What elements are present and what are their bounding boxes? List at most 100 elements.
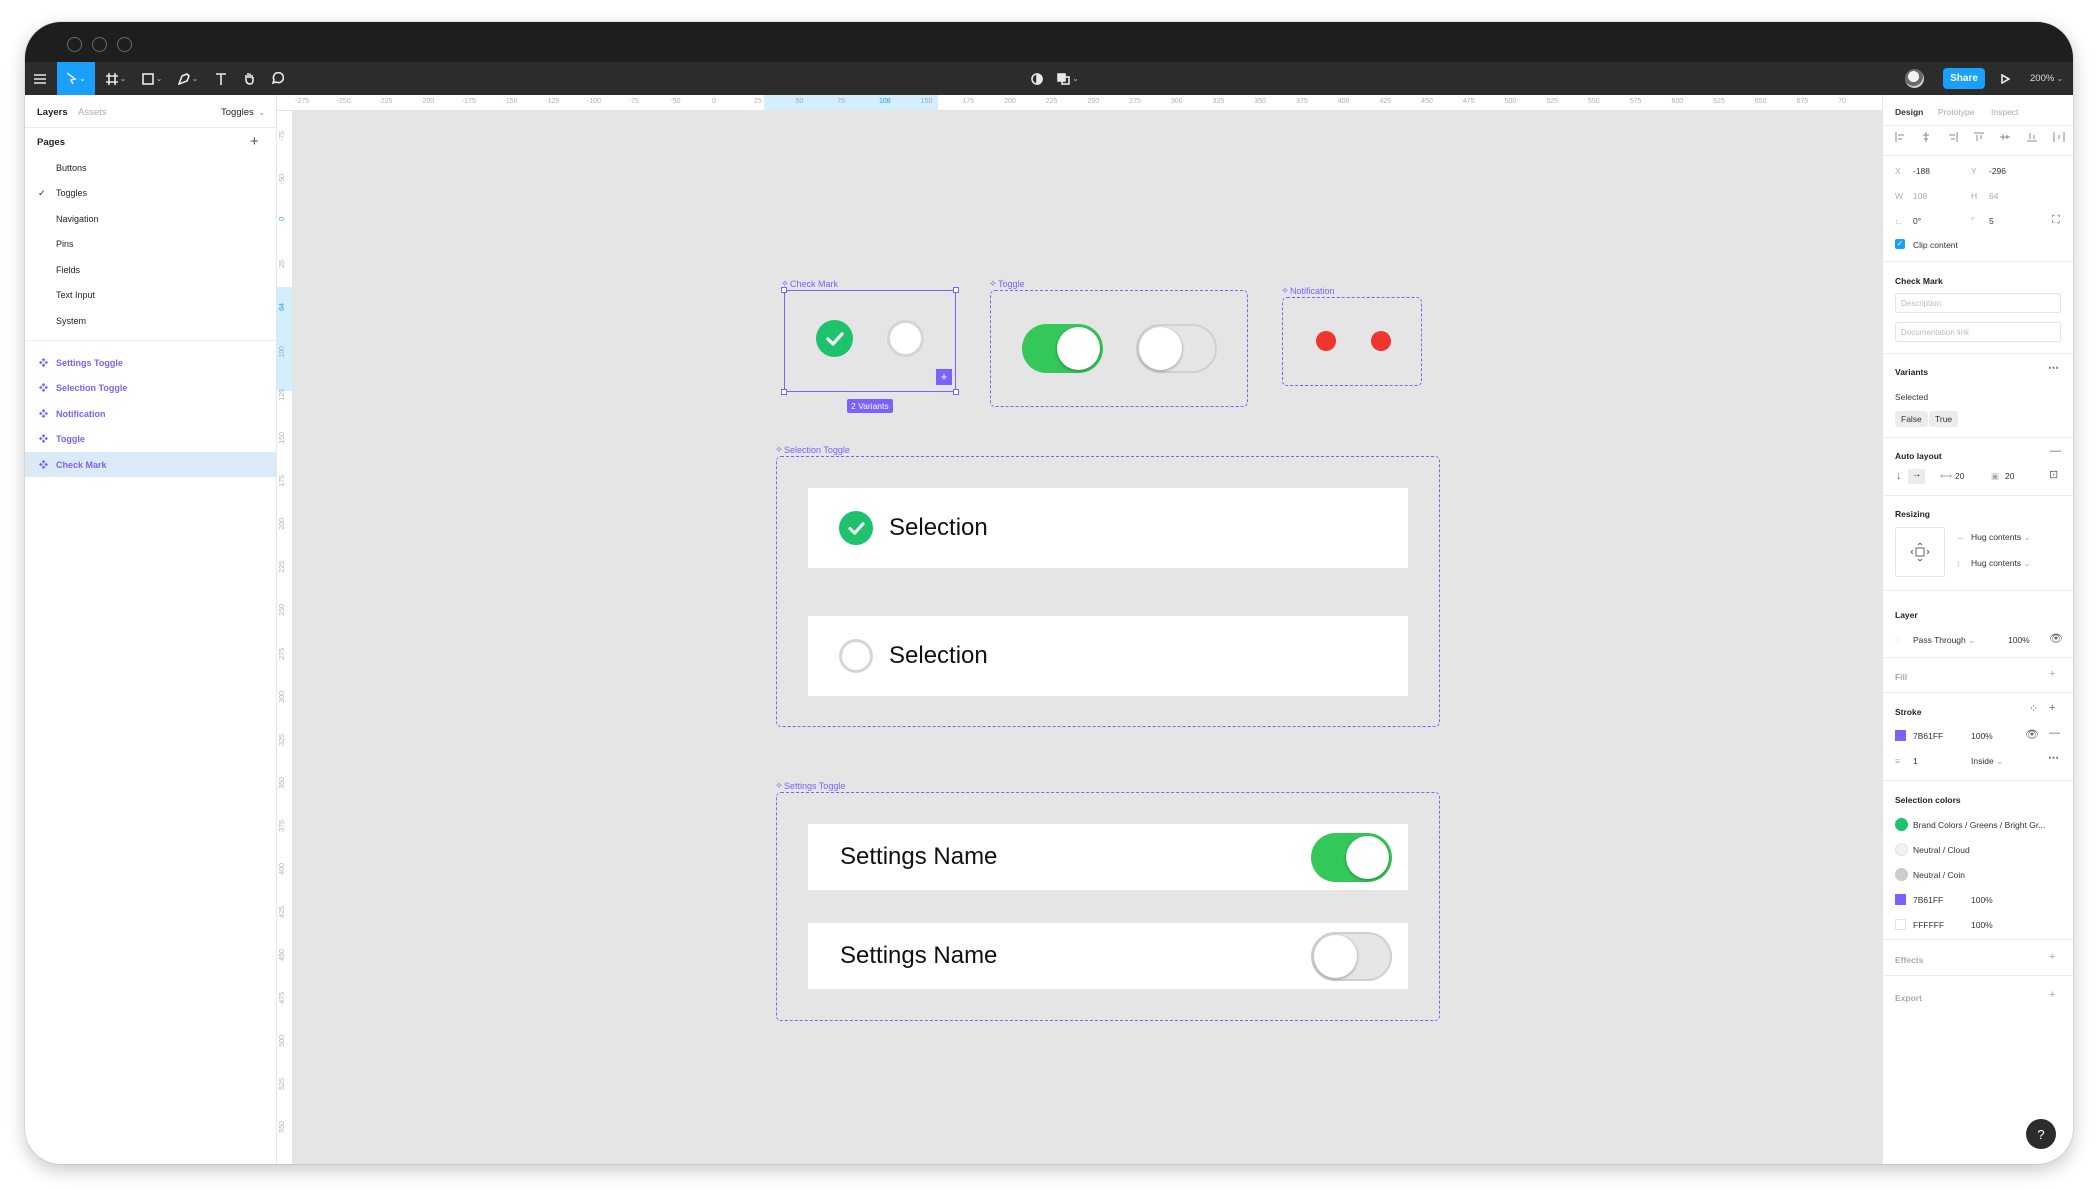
documentation-link-field[interactable]: Documentation link (1895, 322, 2061, 342)
stroke-weight-value[interactable]: 1 (1913, 756, 1918, 766)
resize-handle[interactable] (781, 287, 787, 293)
stroke-opacity[interactable]: 100% (1971, 731, 1993, 741)
present-button[interactable] (1993, 62, 2017, 95)
selection-row-unselected[interactable]: Selection (808, 616, 1408, 696)
add-effect-icon[interactable]: + (2049, 951, 2055, 963)
corner-radius-value[interactable]: 5 (1989, 216, 1994, 226)
description-field[interactable]: Description (1895, 293, 2061, 313)
alignment-settings-icon[interactable]: ⊡ (2049, 468, 2058, 481)
spacing-value[interactable]: 20 (1955, 471, 1964, 481)
check-mark-frame-label[interactable]: ⟡ Check Mark (782, 278, 838, 289)
selection-color-swatch[interactable] (1895, 868, 1908, 881)
toggle-on[interactable] (1022, 324, 1103, 373)
remove-auto-layout-icon[interactable]: — (2050, 445, 2061, 457)
tab-assets[interactable]: Assets (78, 107, 107, 118)
tab-design[interactable]: Design (1895, 107, 1923, 117)
close-window-button[interactable] (67, 37, 82, 52)
selection-color-swatch[interactable] (1895, 818, 1908, 831)
tab-prototype[interactable]: Prototype (1938, 107, 1974, 117)
selection-color-name[interactable]: Neutral / Cloud (1913, 845, 1970, 855)
align-right-icon[interactable] (1948, 132, 1958, 142)
clip-content-checkbox[interactable]: ✓ (1895, 239, 1905, 249)
page-item-fields[interactable]: Fields (56, 265, 80, 275)
maximize-window-button[interactable] (117, 37, 132, 52)
check-mark-selected[interactable] (816, 320, 853, 357)
resizing-preview[interactable] (1895, 527, 1945, 577)
notification-frame-label[interactable]: ⟡ Notification (1282, 285, 1334, 296)
selection-toggle-frame-label[interactable]: ⟡ Selection Toggle (776, 444, 850, 455)
frame-tool-button[interactable]: ⌄ (101, 62, 131, 95)
styles-grid-icon[interactable]: ⁘ (2029, 702, 2038, 715)
settings-toggle-off[interactable] (1311, 932, 1392, 981)
add-variant-icon[interactable]: + (936, 369, 952, 385)
layer-selection-toggle[interactable]: Selection Toggle (25, 375, 276, 400)
align-bottom-icon[interactable] (2026, 132, 2037, 142)
move-tool-button[interactable]: ⌄ (57, 62, 95, 95)
page-item-toggles[interactable]: Toggles (56, 188, 87, 198)
stroke-position-dropdown[interactable]: Inside ⌄ (1971, 756, 2003, 767)
stroke-color-value[interactable]: 7B61FF (1913, 731, 1943, 741)
w-value[interactable]: 108 (1913, 191, 1927, 201)
notification-component-set[interactable] (1282, 297, 1422, 386)
settings-toggle-on[interactable] (1311, 833, 1392, 882)
hand-tool-button[interactable] (237, 62, 261, 95)
add-fill-icon[interactable]: + (2049, 668, 2055, 680)
check-mark-unselected[interactable] (887, 320, 924, 357)
add-stroke-icon[interactable]: + (2049, 702, 2055, 714)
more-options-icon[interactable]: ⋯ (2048, 361, 2059, 374)
layer-notification[interactable]: Notification (25, 401, 276, 426)
selection-color-name[interactable]: 7B61FF (1913, 895, 1943, 905)
layer-check-mark[interactable]: Check Mark (25, 452, 276, 477)
add-export-icon[interactable]: + (2049, 989, 2055, 1001)
resize-handle[interactable] (953, 389, 959, 395)
align-left-icon[interactable] (1895, 132, 1905, 142)
page-item-navigation[interactable]: Navigation (56, 214, 99, 224)
shape-tool-button[interactable]: ⌄ (137, 62, 167, 95)
share-button[interactable]: Share (1943, 68, 1985, 89)
settings-toggle-frame-label[interactable]: ⟡ Settings Toggle (776, 780, 845, 791)
selection-color-name[interactable]: FFFFFF (1913, 920, 1944, 930)
align-center-v-icon[interactable] (2000, 132, 2011, 142)
independent-corners-icon[interactable]: ⛶ (2052, 214, 2060, 227)
rotation-value[interactable]: 0° (1913, 216, 1921, 226)
canvas[interactable]: ⟡ Check Mark + 2 Variants ⟡ Toggle ⟡ Notifi… (293, 111, 1882, 1164)
user-avatar[interactable] (1905, 69, 1924, 88)
y-value[interactable]: -296 (1989, 166, 2006, 176)
distribute-icon[interactable] (2053, 132, 2065, 142)
selection-color-swatch[interactable] (1895, 894, 1906, 905)
h-value[interactable]: 64 (1989, 191, 1998, 201)
selection-color-name[interactable]: Brand Colors / Greens / Bright Gr... (1913, 820, 2045, 830)
layer-settings-toggle[interactable]: Settings Toggle (25, 350, 276, 375)
help-button[interactable]: ? (2026, 1119, 2056, 1149)
main-menu-icon[interactable] (27, 62, 53, 95)
x-value[interactable]: -188 (1913, 166, 1930, 176)
pen-tool-button[interactable]: ⌄ (173, 62, 203, 95)
selection-color-name[interactable]: Neutral / Coin (1913, 870, 1965, 880)
selection-color-opacity[interactable]: 100% (1971, 895, 1993, 905)
components-menu-button[interactable]: ⌄ (1053, 62, 1083, 95)
eye-icon[interactable]: 👁 (2049, 632, 2063, 645)
page-item-buttons[interactable]: Buttons (56, 163, 87, 173)
comment-tool-button[interactable] (265, 62, 289, 95)
layer-toggle[interactable]: Toggle (25, 426, 276, 451)
contrast-button[interactable] (1025, 62, 1049, 95)
vertical-direction-icon[interactable]: ↓ (1896, 470, 1902, 482)
resize-handle[interactable] (781, 389, 787, 395)
stroke-color-swatch[interactable] (1895, 730, 1906, 741)
selection-color-swatch[interactable] (1895, 919, 1906, 930)
selection-color-opacity[interactable]: 100% (1971, 920, 1993, 930)
tab-inspect[interactable]: Inspect (1991, 107, 2018, 117)
add-page-icon[interactable]: + (250, 133, 259, 150)
resize-handle[interactable] (953, 287, 959, 293)
align-center-h-icon[interactable] (1921, 132, 1931, 142)
horizontal-direction-icon[interactable]: → (1908, 469, 1925, 484)
toggle-frame-label[interactable]: ⟡ Toggle (990, 278, 1024, 289)
page-item-text-input[interactable]: Text Input (56, 290, 95, 300)
align-top-icon[interactable] (1973, 132, 1984, 142)
notification-dot[interactable] (1371, 331, 1391, 351)
settings-row-off[interactable]: Settings Name (808, 923, 1408, 989)
selection-color-swatch[interactable] (1895, 843, 1908, 856)
remove-stroke-icon[interactable]: — (2049, 727, 2060, 739)
toggle-off[interactable] (1136, 324, 1217, 373)
variant-value-false[interactable]: False (1895, 411, 1928, 427)
